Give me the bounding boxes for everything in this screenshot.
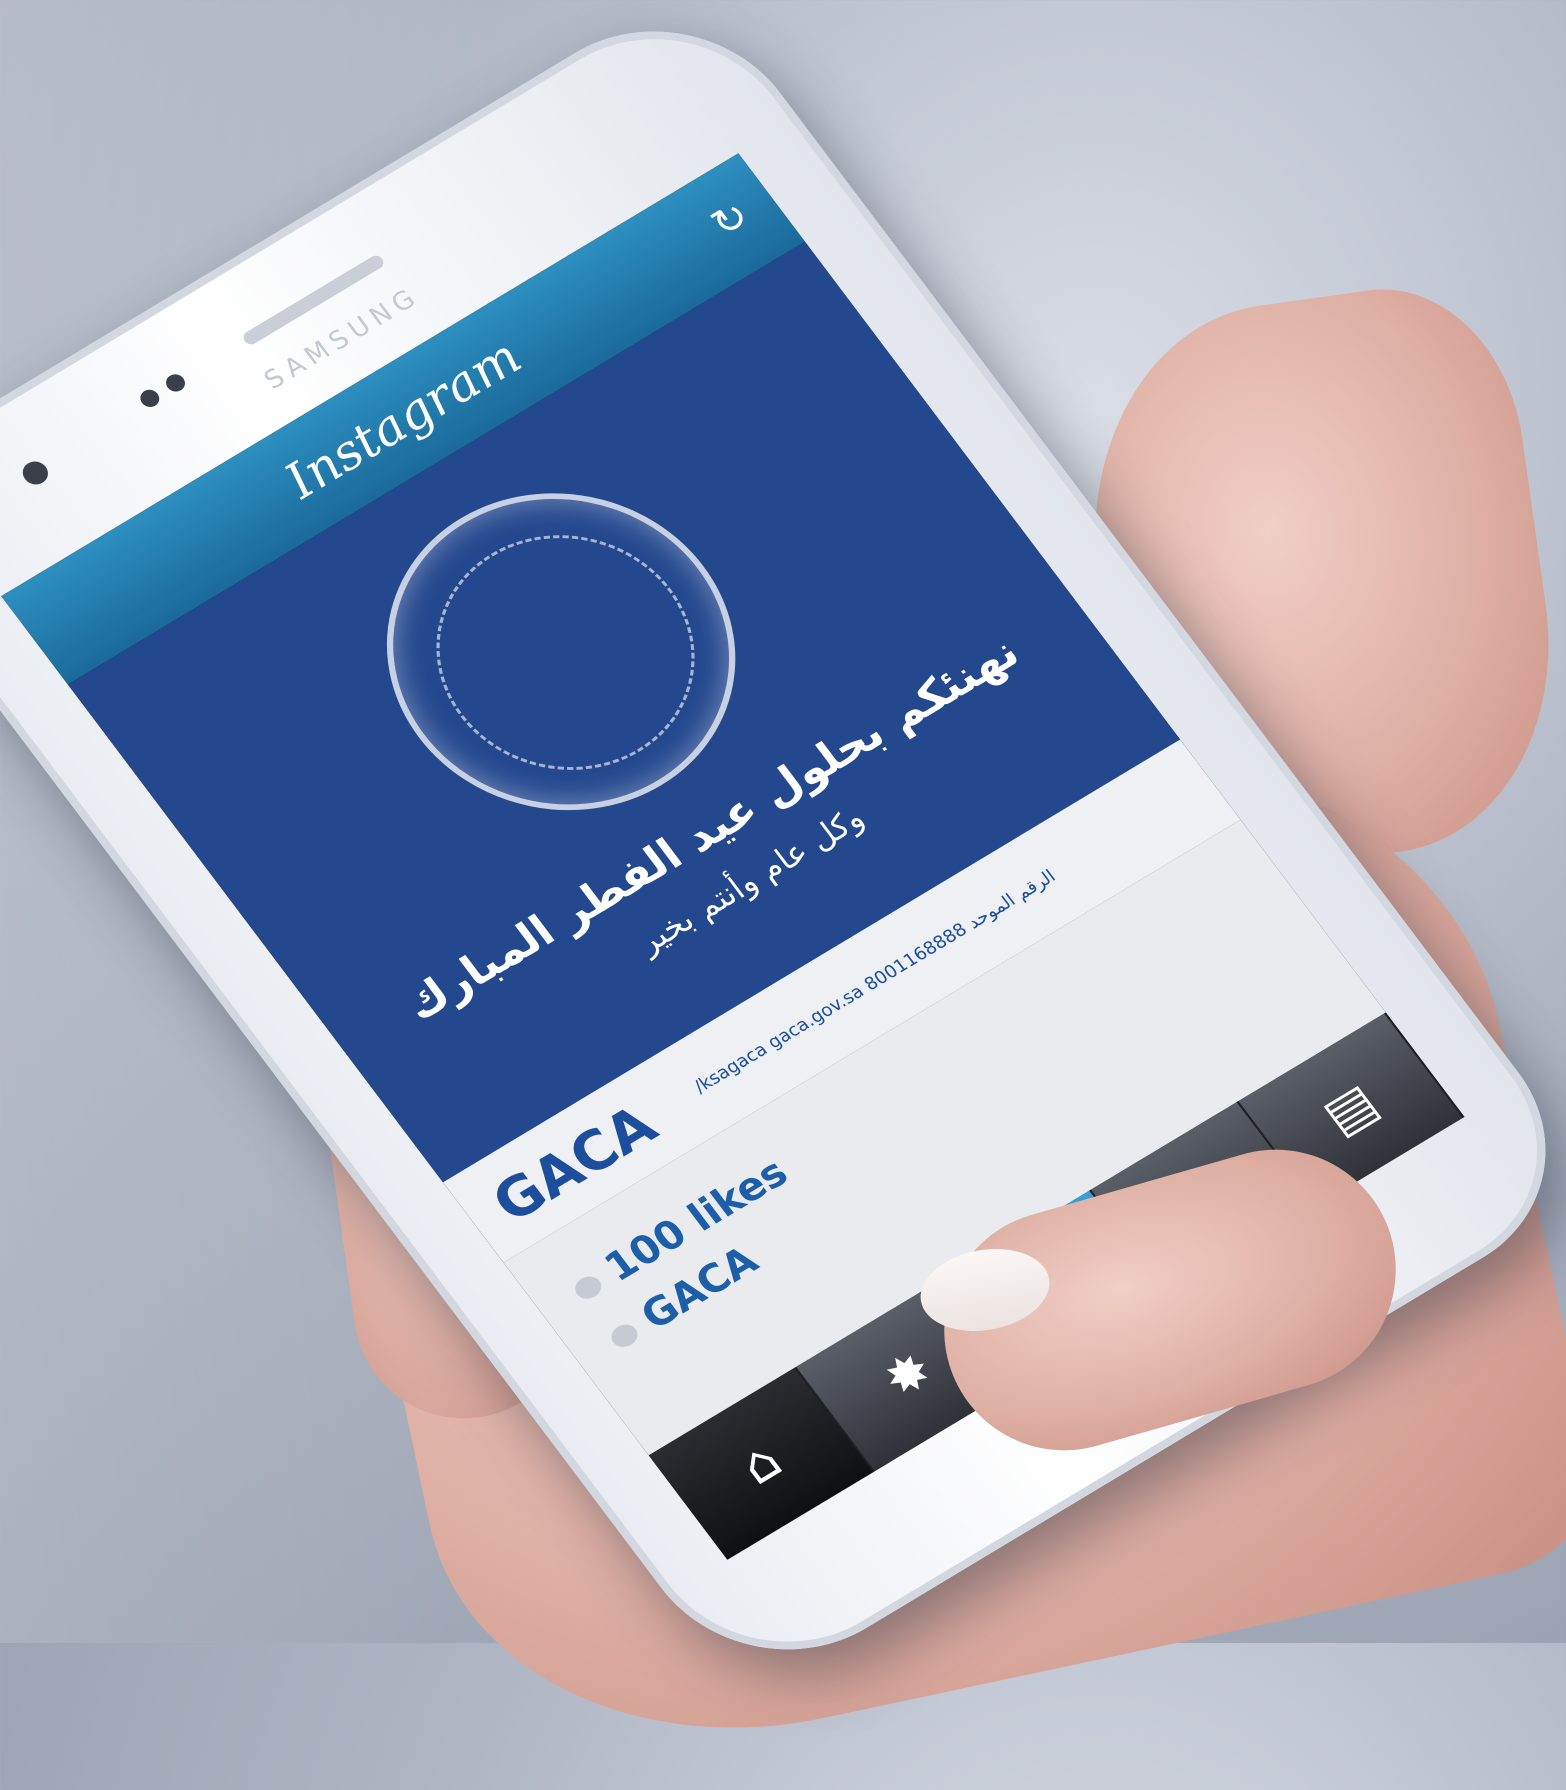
sensor-icon — [162, 371, 189, 395]
front-camera-icon — [17, 457, 53, 489]
photo-scene: SAMSUNG Instagram ↻ نهنئكم بحلول عيد الف… — [0, 0, 1566, 1790]
comment-icon — [606, 1320, 643, 1352]
heart-icon — [570, 1272, 607, 1304]
calligraphy-inner — [385, 490, 746, 815]
profile-icon: ▤ — [1311, 1072, 1390, 1147]
home-icon: ⌂ — [728, 1431, 794, 1497]
star-icon: ✸ — [871, 1339, 946, 1411]
refresh-icon[interactable]: ↻ — [702, 193, 759, 247]
sensor-icon — [136, 386, 163, 411]
